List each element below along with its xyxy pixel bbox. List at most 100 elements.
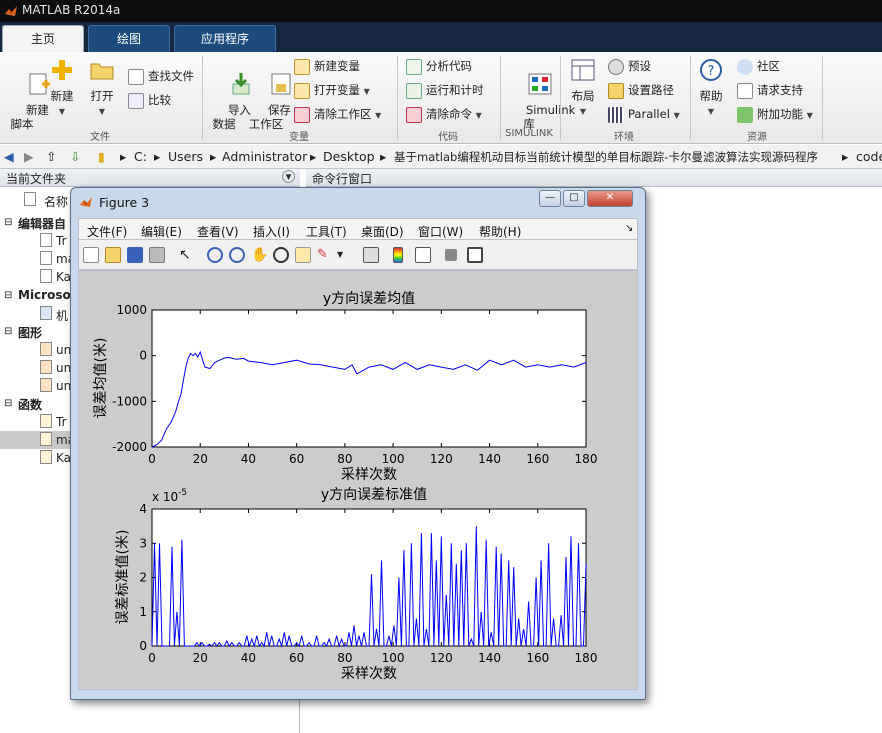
axes-std-error[interactable]: y方向误差标准值 采样次数 误差标准值(米) x 10-5 0 20 40 60 80 1… bbox=[115, 487, 597, 682]
browse-folder-icon[interactable]: ⇩ bbox=[70, 149, 80, 164]
analyze-code-button[interactable]: 分析代码 bbox=[406, 56, 472, 76]
x-tick-label: 0 bbox=[148, 651, 156, 665]
save-icon[interactable] bbox=[127, 247, 143, 263]
list-item[interactable]: Tr bbox=[56, 415, 67, 429]
pan-hand-icon[interactable]: ✋ bbox=[251, 247, 268, 263]
path-segment[interactable]: code bbox=[856, 149, 882, 164]
path-segment[interactable]: 基于matlab编程机动目标当前统计模型的单目标跟踪-卡尔曼滤波算法实现源码程序 bbox=[394, 149, 818, 165]
dropdown-arrow-icon[interactable]: ▼ bbox=[337, 247, 353, 263]
add-ons-button[interactable]: 附加功能 ▼ bbox=[737, 104, 813, 124]
preferences-button[interactable]: 预设 bbox=[608, 56, 651, 76]
path-separator: ▸ bbox=[380, 149, 387, 164]
run-and-time-button[interactable]: 运行和计时 bbox=[406, 80, 484, 100]
new-figure-icon[interactable] bbox=[83, 247, 99, 263]
menu-window[interactable]: 窗口(W) bbox=[418, 223, 463, 240]
hide-plot-tools-icon[interactable] bbox=[445, 249, 457, 261]
list-group[interactable]: 函数 bbox=[18, 396, 42, 413]
path-segment[interactable]: Users bbox=[168, 149, 203, 164]
brush-icon[interactable]: ✎ bbox=[317, 247, 333, 263]
compare-button[interactable]: 比较 bbox=[128, 90, 171, 110]
path-segment[interactable]: Administrator bbox=[222, 149, 307, 164]
chart-title: y方向误差均值 bbox=[323, 291, 415, 307]
clear-workspace-button[interactable]: 清除工作区 ▼ bbox=[294, 104, 381, 124]
menu-desktop[interactable]: 桌面(D) bbox=[361, 223, 404, 240]
menu-edit[interactable]: 编辑(E) bbox=[141, 223, 182, 240]
list-item[interactable]: un bbox=[56, 379, 71, 393]
community-button[interactable]: 社区 bbox=[737, 56, 780, 76]
collapse-icon[interactable]: ⊟ bbox=[4, 290, 12, 301]
tab-plots[interactable]: 绘图 bbox=[88, 25, 170, 52]
pointer-icon[interactable]: ↖ bbox=[179, 247, 195, 263]
link-plot-icon[interactable] bbox=[363, 247, 379, 263]
data-cursor-icon[interactable] bbox=[295, 247, 311, 263]
list-group[interactable]: Microsof bbox=[18, 288, 76, 302]
legend-icon[interactable] bbox=[415, 247, 431, 263]
menu-help[interactable]: 帮助(H) bbox=[479, 223, 521, 240]
dock-icon[interactable]: ↘ bbox=[625, 223, 633, 234]
menu-tools[interactable]: 工具(T) bbox=[306, 223, 347, 240]
figure-toolbar: ↖ ✋ ✎ ▼ bbox=[78, 240, 638, 270]
function-file-icon bbox=[40, 432, 52, 446]
list-item[interactable]: un bbox=[56, 343, 71, 357]
list-group[interactable]: 图形 bbox=[18, 324, 42, 341]
dropdown-arrow-icon: ▼ bbox=[475, 111, 482, 120]
path-segment[interactable]: C: bbox=[134, 149, 147, 164]
x-tick-label: 120 bbox=[430, 651, 453, 665]
set-path-button[interactable]: 设置路径 bbox=[608, 80, 674, 100]
list-item[interactable]: Ka bbox=[56, 270, 71, 284]
colorbar-icon[interactable] bbox=[393, 247, 403, 263]
file-icon bbox=[40, 251, 52, 265]
group-separator bbox=[202, 56, 203, 140]
list-item[interactable]: un bbox=[56, 361, 71, 375]
path-segment[interactable]: Desktop bbox=[323, 149, 375, 164]
collapse-icon[interactable]: ⊟ bbox=[4, 217, 12, 228]
panel-menu-icon[interactable]: ▾ bbox=[282, 170, 295, 183]
print-icon[interactable] bbox=[149, 247, 165, 263]
new-variable-icon bbox=[294, 58, 310, 75]
menu-view[interactable]: 查看(V) bbox=[197, 223, 239, 240]
zoom-out-icon[interactable] bbox=[229, 247, 245, 263]
menu-insert[interactable]: 插入(I) bbox=[253, 223, 290, 240]
help-button[interactable]: ? 帮助 ▼ bbox=[694, 58, 728, 119]
open-file-icon[interactable] bbox=[105, 247, 121, 263]
rotate-3d-icon[interactable] bbox=[273, 247, 289, 263]
layout-button[interactable]: 布局 ▼ bbox=[566, 58, 600, 119]
command-window-title: 命令行窗口 bbox=[312, 172, 373, 186]
clear-commands-button[interactable]: 清除命令 ▼ bbox=[406, 104, 482, 124]
axes-mean-error[interactable]: y方向误差均值 采样次数 误差均值(米) 0 20 40 60 80 100 120 140 1… bbox=[93, 291, 597, 483]
forward-icon[interactable]: ▶ bbox=[24, 149, 34, 164]
function-file-icon bbox=[40, 414, 52, 428]
parallel-icon bbox=[608, 106, 624, 123]
list-item[interactable]: 机 bbox=[56, 307, 68, 324]
minimize-button[interactable]: — bbox=[539, 190, 561, 207]
new-button[interactable]: 新建 ▼ bbox=[44, 58, 80, 119]
up-folder-icon[interactable]: ⇧ bbox=[46, 149, 56, 164]
figure-file-icon bbox=[40, 342, 52, 356]
find-files-button[interactable]: 查找文件 bbox=[128, 66, 194, 86]
collapse-icon[interactable]: ⊟ bbox=[4, 326, 12, 337]
list-item[interactable]: Tr bbox=[56, 234, 67, 248]
open-variable-button[interactable]: 打开变量 ▼ bbox=[294, 80, 370, 100]
set-path-label: 设置路径 bbox=[628, 83, 674, 97]
zoom-in-icon[interactable] bbox=[207, 247, 223, 263]
close-button[interactable]: ✕ bbox=[587, 190, 633, 207]
open-button[interactable]: 打开 ▼ bbox=[84, 58, 120, 119]
tab-home[interactable]: 主页 bbox=[2, 25, 84, 52]
new-variable-button[interactable]: 新建变量 bbox=[294, 56, 360, 76]
list-item[interactable]: Ka bbox=[56, 451, 71, 465]
find-files-icon bbox=[128, 68, 144, 85]
show-plot-tools-icon[interactable] bbox=[467, 247, 483, 263]
group-environment-label: 环境 bbox=[614, 132, 634, 143]
compare-label: 比较 bbox=[148, 93, 171, 107]
collapse-icon[interactable]: ⊟ bbox=[4, 398, 12, 409]
parallel-button[interactable]: Parallel ▼ bbox=[608, 104, 680, 124]
back-icon[interactable]: ◀ bbox=[4, 149, 14, 164]
matlab-logo-icon bbox=[5, 6, 17, 16]
menu-file[interactable]: 文件(F) bbox=[87, 223, 127, 240]
list-group[interactable]: 编辑器自 bbox=[18, 215, 66, 232]
maximize-button[interactable]: □ bbox=[563, 190, 585, 207]
open-label: 打开 bbox=[90, 89, 114, 103]
tab-apps[interactable]: 应用程序 bbox=[174, 25, 276, 52]
name-column-header[interactable]: 名称 bbox=[44, 193, 68, 210]
request-support-button[interactable]: 请求支持 bbox=[737, 80, 803, 100]
